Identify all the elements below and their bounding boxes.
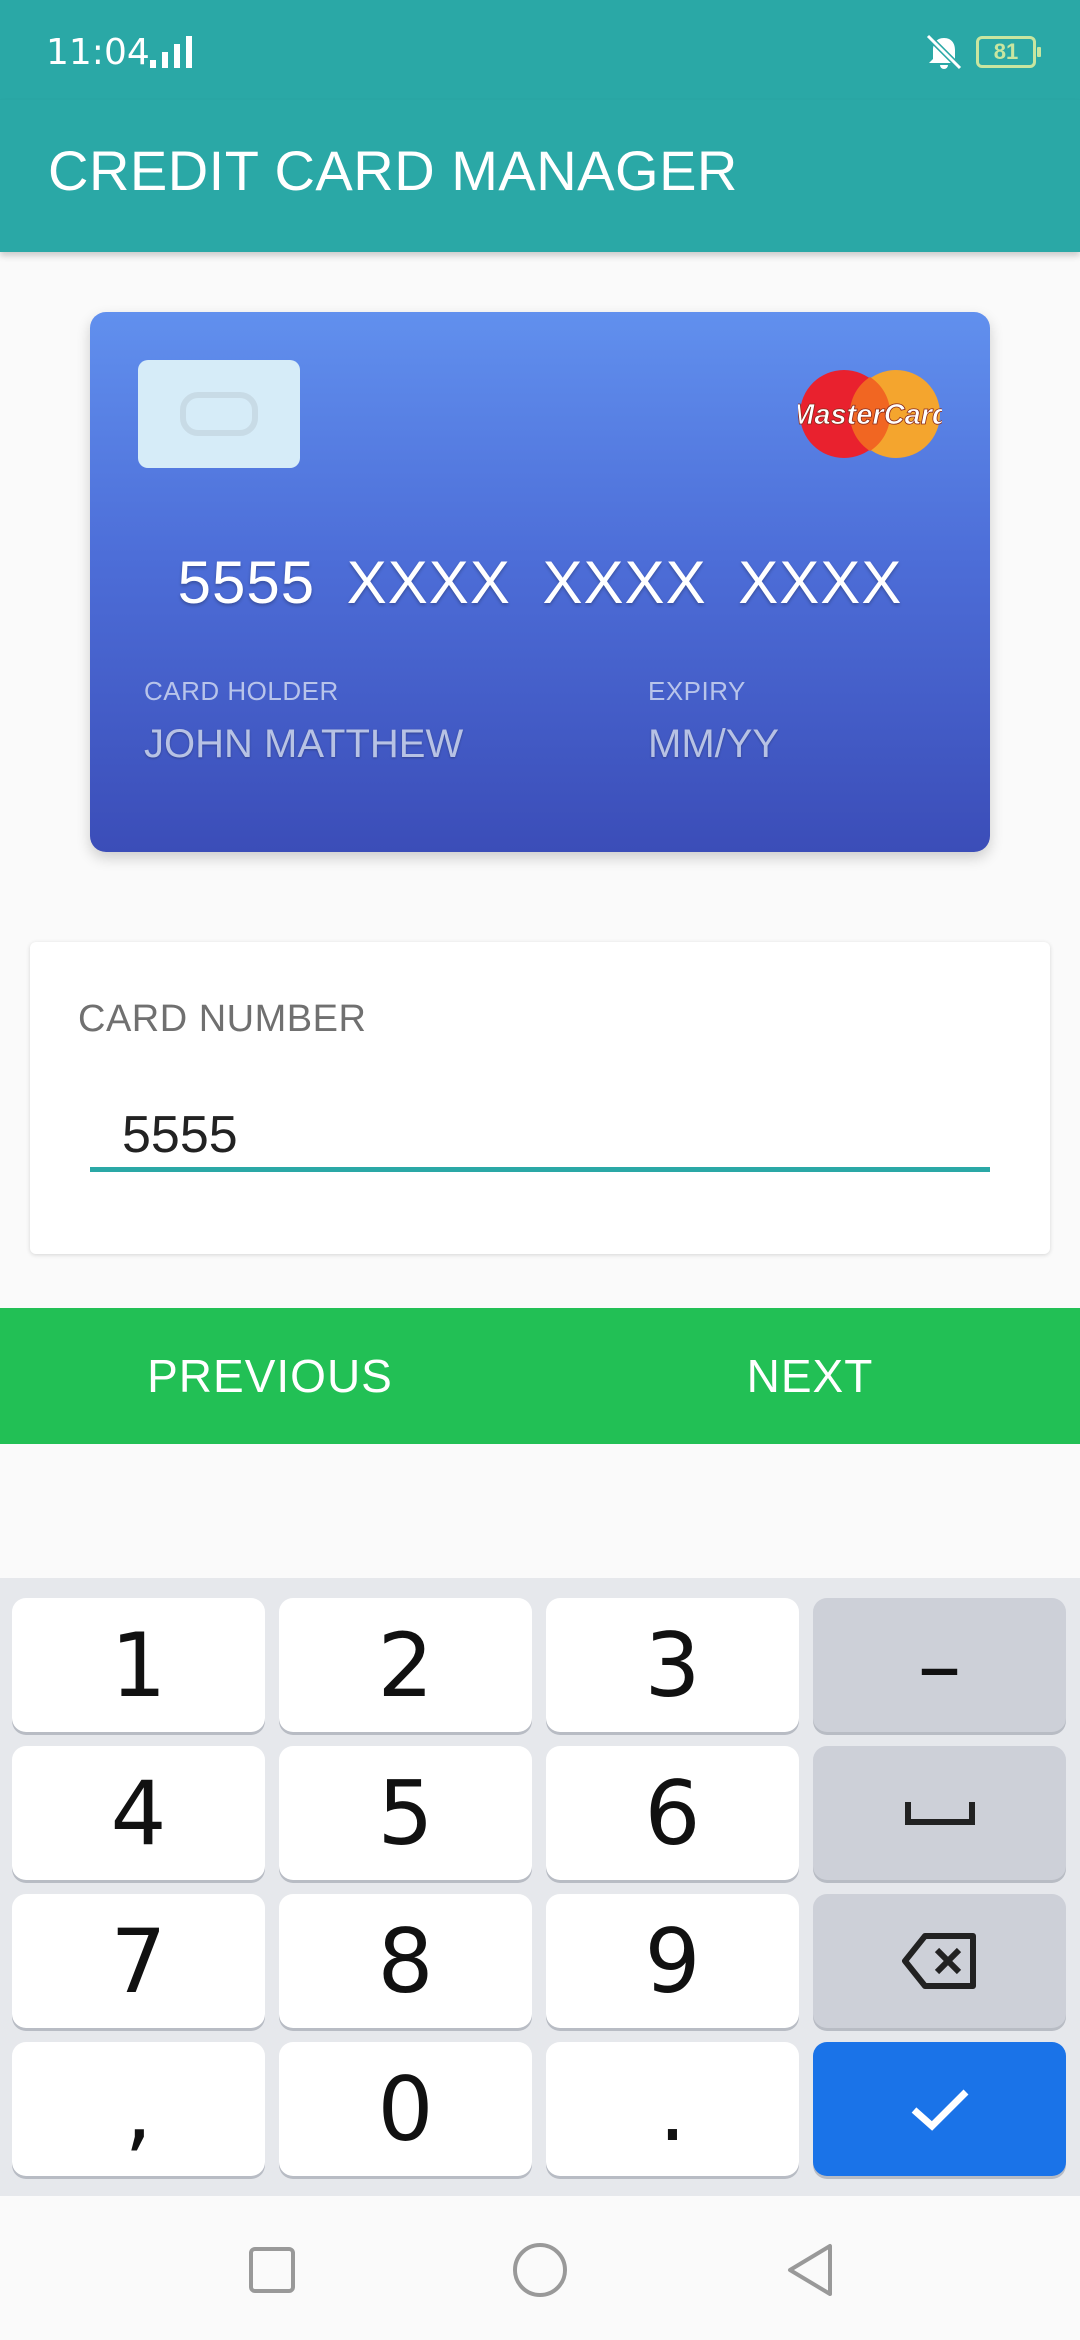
recent-apps-icon[interactable]	[242, 2240, 302, 2300]
backspace-icon	[901, 1933, 976, 1989]
expiry-label: EXPIRY	[648, 676, 746, 706]
next-button[interactable]: NEXT	[540, 1308, 1080, 1444]
battery-icon: 81	[976, 36, 1041, 68]
card-number-form: CARD NUMBER	[30, 942, 1050, 1254]
key-1[interactable]: 1	[12, 1598, 265, 1732]
status-bar: 11:04 81	[0, 0, 1080, 100]
numeric-keyboard: 1 2 3 – 4 5 6 7 8 9 , 0 .	[0, 1578, 1080, 2196]
app-bar: CREDIT CARD MANAGER	[0, 100, 1080, 252]
credit-card-preview: MasterCard 5555 XXXX XXXX XXXX CARD HOLD…	[90, 312, 990, 852]
key-5[interactable]: 5	[279, 1746, 532, 1880]
mastercard-logo: MasterCard	[798, 370, 942, 458]
vibrate-muted-icon	[925, 33, 963, 71]
checkmark-icon	[911, 2089, 968, 2131]
previous-button[interactable]: PREVIOUS	[0, 1308, 540, 1444]
card-number-input[interactable]	[90, 1102, 990, 1172]
key-3[interactable]: 3	[546, 1598, 799, 1732]
signal-icon	[150, 36, 192, 68]
key-backspace[interactable]	[813, 1894, 1066, 2028]
battery-level: 81	[993, 39, 1019, 64]
key-dash[interactable]: –	[813, 1598, 1066, 1732]
system-navigation-bar	[0, 2196, 1080, 2340]
expiry-value: MM/YY	[648, 722, 780, 766]
key-2[interactable]: 2	[279, 1598, 532, 1732]
key-8[interactable]: 8	[279, 1894, 532, 2028]
back-icon[interactable]	[780, 2240, 840, 2300]
key-done[interactable]	[813, 2042, 1066, 2176]
mastercard-wordmark: MasterCard	[798, 399, 942, 431]
key-comma[interactable]: ,	[12, 2042, 265, 2176]
key-4[interactable]: 4	[12, 1746, 265, 1880]
key-6[interactable]: 6	[546, 1746, 799, 1880]
status-time: 11:04	[46, 32, 150, 73]
card-holder-value: JOHN MATTHEW	[144, 722, 464, 766]
key-space[interactable]	[813, 1746, 1066, 1880]
key-9[interactable]: 9	[546, 1894, 799, 2028]
chip-icon	[138, 360, 300, 468]
card-holder-label: CARD HOLDER	[144, 676, 339, 706]
page-title: CREDIT CARD MANAGER	[48, 139, 738, 202]
key-7[interactable]: 7	[12, 1894, 265, 2028]
key-period[interactable]: .	[546, 2042, 799, 2176]
key-0[interactable]: 0	[279, 2042, 532, 2176]
card-number-display: 5555 XXXX XXXX XXXX	[177, 549, 903, 616]
step-navigation: PREVIOUS NEXT	[0, 1308, 1080, 1444]
home-icon[interactable]	[510, 2240, 570, 2300]
card-number-label: CARD NUMBER	[78, 998, 367, 1040]
space-icon	[904, 1802, 975, 1825]
